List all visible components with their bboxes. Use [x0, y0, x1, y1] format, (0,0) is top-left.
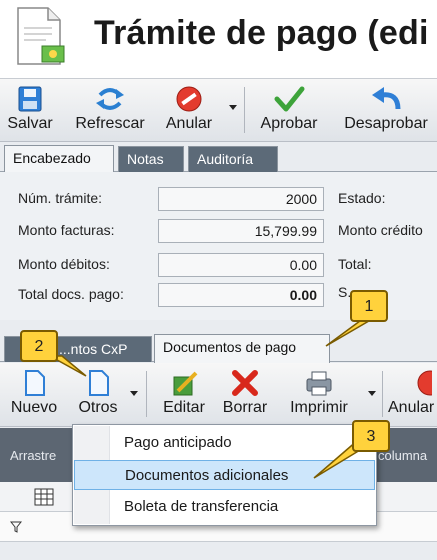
total-label: Total: — [338, 256, 372, 272]
disapprove-label: Desaprobar — [344, 115, 428, 132]
others-label: Otros — [78, 399, 118, 416]
callout-2: 2 — [20, 330, 58, 362]
printer-icon — [306, 371, 332, 396]
tab-notas[interactable]: Notas — [118, 146, 184, 172]
detail-tabs: ...ntos CxP Documentos de pago — [0, 330, 437, 363]
menu-item-documentos-adicionales[interactable]: Documentos adicionales — [74, 460, 375, 490]
save-button[interactable]: Salvar — [4, 79, 56, 141]
print-dropdown-arrow-icon[interactable] — [368, 391, 376, 396]
main-toolbar: Salvar Refrescar Anular Aprobar Desaprob… — [0, 78, 437, 142]
new-label: Nuevo — [10, 399, 58, 416]
delete-label: Borrar — [222, 399, 268, 416]
delete-x-icon — [232, 370, 258, 396]
tab-documentos-pago[interactable]: Documentos de pago — [154, 334, 330, 363]
edit-label: Editar — [163, 399, 205, 416]
toolbar-separator — [146, 371, 147, 417]
edit-icon — [173, 371, 198, 396]
menu-item-boleta-transferencia[interactable]: Boleta de transferencia — [74, 492, 375, 522]
print-label: Imprimir — [290, 399, 348, 416]
cancel-label: Anular — [165, 115, 213, 132]
total-docs-label: Total docs. pago: — [18, 286, 124, 302]
delete-button[interactable]: Borrar — [216, 363, 274, 425]
total-docs-field[interactable]: 0.00 — [158, 283, 324, 307]
check-icon — [274, 86, 305, 112]
callout-1: 1 — [350, 290, 388, 322]
toolbar-separator — [244, 87, 245, 133]
callout-3: 3 — [352, 420, 390, 452]
disapprove-button[interactable]: Desaprobar — [334, 79, 437, 141]
cancel-dropdown-arrow-icon[interactable] — [229, 105, 237, 110]
others-button[interactable]: Otros — [70, 363, 126, 425]
approve-button[interactable]: Aprobar — [256, 79, 322, 141]
refresh-label: Refrescar — [75, 115, 145, 132]
column-chooser-icon[interactable] — [34, 488, 54, 506]
edit-button[interactable]: Editar — [158, 363, 210, 425]
new-button[interactable]: Nuevo — [6, 363, 62, 425]
header-tabs: Encabezado Notas Auditoría — [0, 142, 437, 173]
num-tramite-label: Núm. trámite: — [18, 190, 103, 206]
tab-auditoria[interactable]: Auditoría — [188, 146, 278, 172]
monto-debitos-label: Monto débitos: — [18, 256, 110, 272]
new-document-icon — [25, 370, 45, 396]
monto-creditos-label: Monto crédito — [338, 222, 423, 238]
cancel-icon — [176, 86, 202, 112]
title-bar: Trámite de pago (edi — [0, 0, 437, 78]
menu-item-pago-anticipado[interactable]: Pago anticipado — [74, 428, 375, 458]
estado-label: Estado: — [338, 190, 386, 206]
filter-icon[interactable] — [10, 521, 22, 533]
cancel-icon — [417, 370, 432, 396]
refresh-icon — [96, 88, 124, 110]
toolbar-separator — [382, 371, 383, 417]
cancel-button[interactable]: Anular — [158, 79, 220, 141]
page-title: Trámite de pago (edi — [94, 14, 429, 52]
others-dropdown-arrow-icon[interactable] — [130, 391, 138, 396]
undo-arrow-icon — [372, 87, 401, 110]
drag-hint: Arrastre — [10, 448, 57, 463]
monto-facturas-label: Monto facturas: — [18, 222, 115, 238]
approve-label: Aprobar — [260, 115, 318, 132]
refresh-button[interactable]: Refrescar — [68, 79, 152, 141]
document-icon — [89, 370, 109, 396]
save-icon — [18, 86, 42, 112]
others-dropdown-menu: Pago anticipado Documentos adicionales B… — [72, 424, 377, 526]
void-button[interactable]: Anular — [386, 363, 437, 425]
document-icon — [17, 7, 65, 65]
save-label: Salvar — [7, 115, 53, 132]
monto-debitos-field[interactable]: 0.00 — [158, 253, 324, 277]
print-button[interactable]: Imprimir — [282, 363, 356, 425]
tab-encabezado[interactable]: Encabezado — [4, 145, 114, 173]
num-tramite-field[interactable]: 2000 — [158, 187, 324, 211]
detail-toolbar: Nuevo Otros Editar Borrar Imprimir Anula… — [0, 363, 437, 427]
void-label: Anular — [388, 399, 435, 416]
monto-facturas-field[interactable]: 15,799.99 — [158, 219, 324, 243]
